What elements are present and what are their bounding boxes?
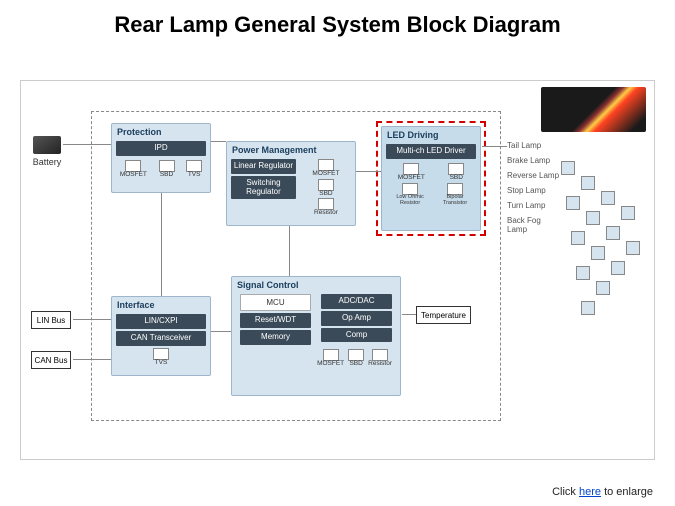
- sym-label-tvs: TVS: [188, 172, 201, 179]
- chip-opamp: Op Amp: [321, 311, 392, 326]
- block-interface: Interface LIN/CXPI CAN Transceiver TVS: [111, 296, 211, 376]
- symbol-sbd: [159, 160, 175, 172]
- symbol-tvs-if: [153, 348, 169, 360]
- connector-line: [73, 319, 111, 320]
- led-node: [566, 196, 580, 210]
- connector-line: [402, 314, 416, 315]
- symbol-sbd-pm: [318, 179, 334, 191]
- temperature-port: Temperature: [416, 306, 471, 324]
- led-node: [581, 176, 595, 190]
- led-node: [626, 241, 640, 255]
- sym-label-mosfet-sc: MOSFET: [317, 361, 344, 368]
- led-node: [576, 266, 590, 280]
- enlarge-link[interactable]: here: [579, 486, 601, 498]
- block-signal-title: Signal Control: [232, 277, 400, 292]
- block-signal-control: Signal Control MCU Reset/WDT Memory ADC/…: [231, 276, 401, 396]
- sym-label-resistor-pm: Resistor: [314, 210, 338, 217]
- footer-suffix: to enlarge: [601, 486, 653, 498]
- footer-enlarge: Click here to enlarge: [552, 486, 653, 498]
- page-title: Rear Lamp General System Block Diagram: [0, 0, 675, 44]
- rear-lamp-photo: [541, 87, 646, 132]
- chip-ipd: IPD: [116, 141, 206, 156]
- lamp-label-reverse: Reverse Lamp: [507, 171, 559, 180]
- sym-label-mosfet-pm: MOSFET: [312, 171, 339, 178]
- connector-line: [356, 171, 381, 172]
- symbol-resistor-sc: [372, 349, 388, 361]
- connector-line: [161, 193, 162, 296]
- chip-reset-wdt: Reset/WDT: [240, 313, 311, 328]
- sym-label-sbd-pm: SBD: [319, 191, 332, 198]
- connector-line: [289, 226, 290, 276]
- chip-mcu: MCU: [240, 294, 311, 311]
- sym-label-tvs-if: TVS: [155, 360, 168, 367]
- lamp-label-brake: Brake Lamp: [507, 156, 550, 165]
- led-node: [561, 161, 575, 175]
- chip-switching-regulator: Switching Regulator: [231, 176, 296, 200]
- lamp-label-turn: Turn Lamp: [507, 201, 545, 210]
- symbol-sbd-sc: [348, 349, 364, 361]
- block-protection: Protection IPD MOSFET SBD TVS: [111, 123, 211, 193]
- can-bus-port: CAN Bus: [31, 351, 71, 369]
- block-power-title: Power Management: [227, 142, 355, 157]
- connector-line: [211, 331, 231, 332]
- block-protection-title: Protection: [112, 124, 210, 139]
- led-node: [591, 246, 605, 260]
- connector-line: [73, 359, 111, 360]
- chip-linear-regulator: Linear Regulator: [231, 159, 296, 174]
- led-node: [606, 226, 620, 240]
- chip-can-transceiver: CAN Transceiver: [116, 331, 206, 346]
- led-node: [571, 231, 585, 245]
- battery-label: Battery: [29, 157, 65, 167]
- lin-bus-port: LIN Bus: [31, 311, 71, 329]
- led-node: [621, 206, 635, 220]
- led-node: [586, 211, 600, 225]
- connector-line: [63, 144, 111, 145]
- sym-label-resistor-sc: Resistor: [368, 361, 392, 368]
- led-node: [611, 261, 625, 275]
- led-node: [581, 301, 595, 315]
- lamp-label-stop: Stop Lamp: [507, 186, 546, 195]
- battery-icon: [33, 136, 61, 154]
- led-node: [601, 191, 615, 205]
- led-node: [596, 281, 610, 295]
- led-driving-highlight: [376, 121, 486, 236]
- symbol-mosfet-sc: [323, 349, 339, 361]
- sym-label-sbd: SBD: [160, 172, 173, 179]
- connector-line: [211, 141, 226, 142]
- sym-label-sbd-sc: SBD: [349, 361, 362, 368]
- block-interface-title: Interface: [112, 297, 210, 312]
- chip-memory: Memory: [240, 330, 311, 345]
- footer-prefix: Click: [552, 486, 579, 498]
- chip-comp: Comp: [321, 328, 392, 343]
- symbol-tvs: [186, 160, 202, 172]
- chip-lin-cxpi: LIN/CXPI: [116, 314, 206, 329]
- diagram-canvas: Battery LIN Bus CAN Bus Protection IPD M…: [20, 80, 655, 460]
- lamp-label-backfog: Back Fog Lamp: [507, 216, 547, 234]
- connector-line: [482, 146, 507, 147]
- chip-adc-dac: ADC/DAC: [321, 294, 392, 309]
- symbol-mosfet: [125, 160, 141, 172]
- lamp-label-tail: Tail Lamp: [507, 141, 541, 150]
- block-power-management: Power Management Linear Regulator Switch…: [226, 141, 356, 226]
- sym-label-mosfet: MOSFET: [120, 172, 147, 179]
